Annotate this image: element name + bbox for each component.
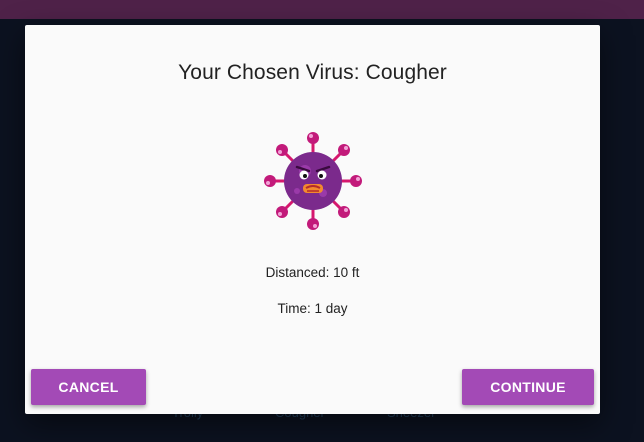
virus-character-icon <box>264 132 362 230</box>
cancel-button[interactable]: CANCEL <box>31 369 146 405</box>
top-app-bar <box>0 0 644 19</box>
time-stat: Time: 1 day <box>277 301 348 316</box>
confirm-virus-dialog: Your Chosen Virus: Cougher Distanced: 10… <box>25 25 600 414</box>
distanced-stat: Distanced: 10 ft <box>265 265 360 280</box>
dialog-title: Your Chosen Virus: Cougher <box>178 61 447 84</box>
continue-button[interactable]: CONTINUE <box>462 369 594 405</box>
